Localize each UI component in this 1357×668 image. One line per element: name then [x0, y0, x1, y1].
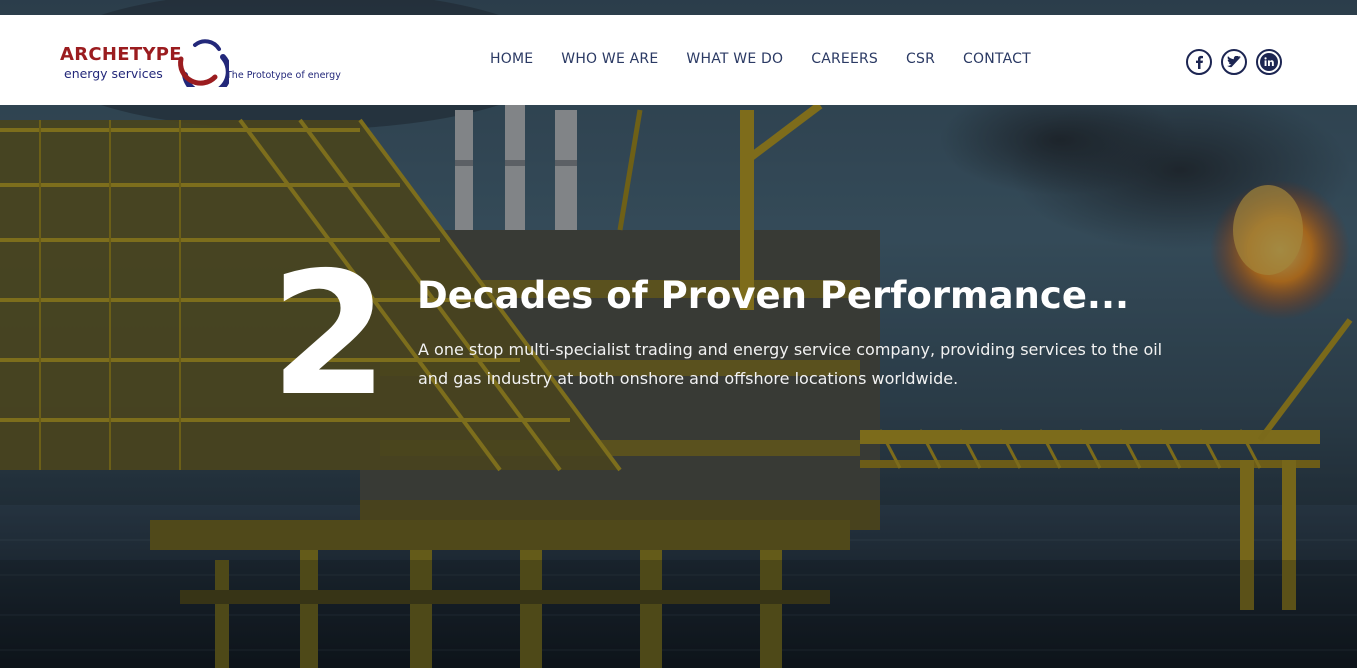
facebook-icon [1196, 55, 1203, 69]
linkedin-link[interactable] [1256, 49, 1282, 75]
nav-item-home[interactable]: HOME [476, 51, 547, 67]
hero-title: Decades of Proven Performance... [417, 274, 1130, 317]
brand-name: ARCHETYPE [60, 44, 182, 65]
facebook-link[interactable] [1186, 49, 1212, 75]
brand-logo[interactable]: ARCHETYPE energy services The Prototype … [58, 37, 341, 87]
twitter-icon [1227, 56, 1241, 68]
brand-subtitle: energy services [64, 66, 163, 81]
site-header: ARCHETYPE energy services The Prototype … [0, 15, 1357, 105]
nav-item-contact[interactable]: CONTACT [949, 51, 1045, 67]
linkedin-icon [1260, 53, 1278, 71]
nav-item-who-we-are[interactable]: WHO WE ARE [547, 51, 672, 67]
hero-description: A one stop multi-specialist trading and … [418, 340, 1163, 388]
page: ARCHETYPE energy services The Prototype … [0, 0, 1357, 668]
nav-item-what-we-do[interactable]: WHAT WE DO [672, 51, 797, 67]
brand-swirl-icon [178, 39, 229, 87]
main-navigation: HOME WHO WE ARE WHAT WE DO CAREERS CSR C… [476, 51, 1045, 67]
nav-item-careers[interactable]: CAREERS [797, 51, 892, 67]
hero-decades-number: 2 [270, 236, 389, 434]
social-links [1186, 49, 1282, 75]
twitter-link[interactable] [1221, 49, 1247, 75]
brand-tagline: The Prototype of energy [226, 70, 341, 81]
nav-item-csr[interactable]: CSR [892, 51, 949, 67]
